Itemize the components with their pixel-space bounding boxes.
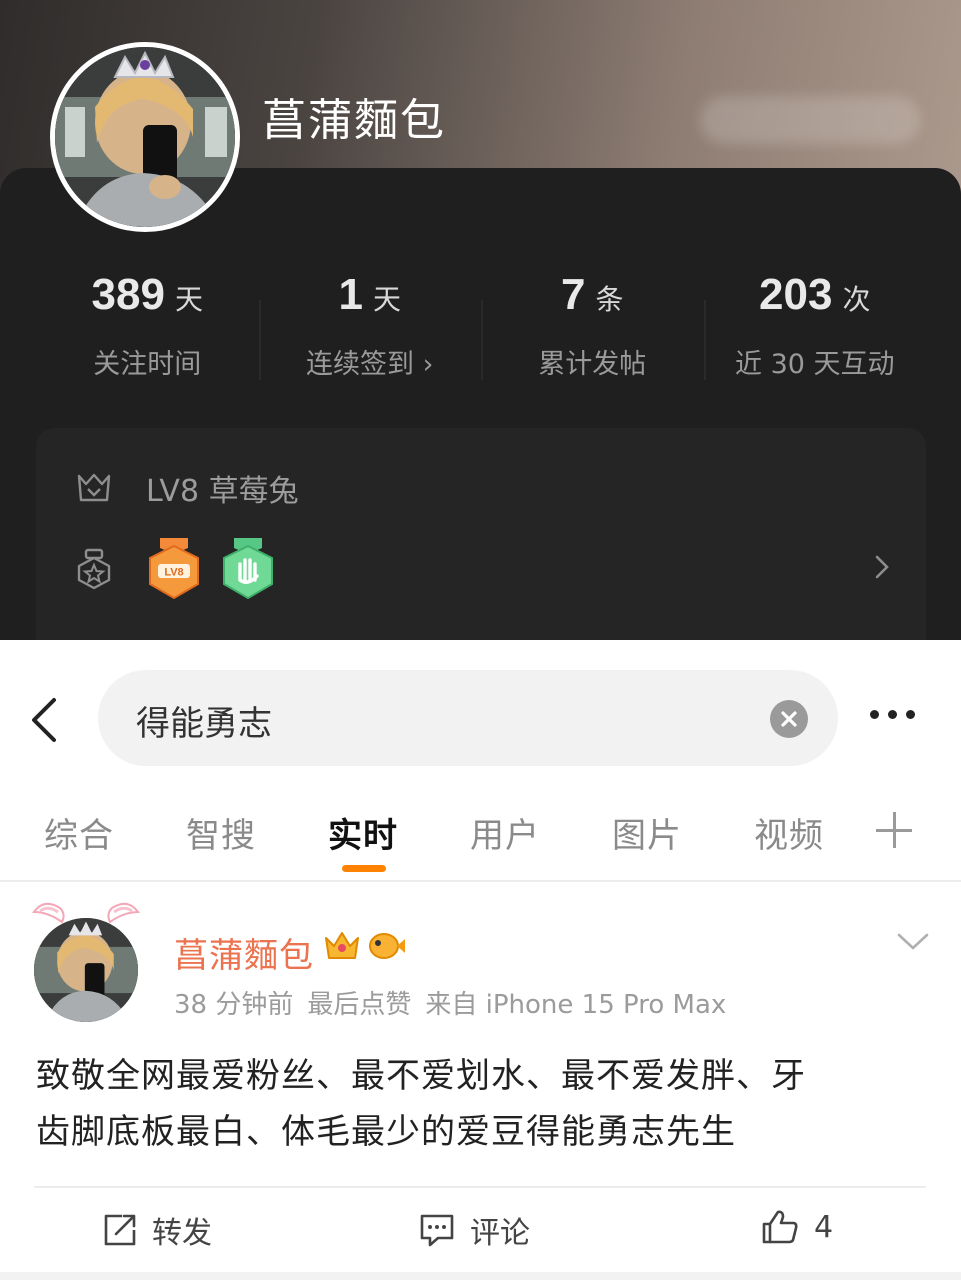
lv8-badge-icon: LV8 xyxy=(149,538,199,600)
post-source: 来自 iPhone 15 Pro Max xyxy=(425,990,727,1020)
wave-hand-badge-icon xyxy=(223,538,273,600)
profile-name: 菖蒲麵包 xyxy=(262,95,446,146)
medal-icon xyxy=(77,548,111,590)
vip-crown-icon xyxy=(325,932,359,959)
comment-button[interactable]: 评论 xyxy=(418,1208,530,1252)
stat-unit: 次 xyxy=(842,283,871,316)
divider xyxy=(34,1186,926,1188)
thumbs-up-icon xyxy=(762,1210,798,1244)
comment-label: 评论 xyxy=(470,1216,530,1251)
profile-header-banner: 389 天 关注时间 1天 连续签到 › 7条 累计发帖 203 次 近 30 天互… xyxy=(0,0,961,640)
stat-value: 7 xyxy=(561,270,586,319)
bottom-separator xyxy=(0,1272,961,1280)
dot xyxy=(888,710,897,719)
post-actions: 转发 评论 4 xyxy=(0,1202,961,1262)
comment-icon xyxy=(420,1214,454,1247)
post-text: 致敬全网最爱粉丝、最不爱划水、最不爱发胖、牙 齿脚底板最白、体毛最少的爱豆得能勇… xyxy=(36,1048,916,1160)
add-tab-icon[interactable] xyxy=(876,812,912,848)
post-card[interactable]: 菖蒲麵包 38 分钟前 最后点赞 来自 iPhone 15 Pro Max 致敬全网… xyxy=(0,884,961,1280)
stat-follow-days: 389 天 关注时间 xyxy=(36,270,259,400)
post-text-line: 齿脚底板最白、体毛最少的爱豆得能勇志先生 xyxy=(36,1112,736,1152)
post-time: 38 分钟前 xyxy=(174,990,294,1020)
close-icon xyxy=(781,711,797,727)
more-options-icon[interactable] xyxy=(870,710,915,719)
stat-label: 累计发帖 xyxy=(538,349,647,380)
stat-unit: 条 xyxy=(595,283,624,316)
tab-images[interactable]: 图片 xyxy=(612,808,682,857)
repost-icon xyxy=(104,1214,136,1246)
level-crown-icon xyxy=(77,473,111,502)
post-text-line: 致敬全网最爱粉丝、最不爱划水、最不爱发胖、牙 xyxy=(36,1056,806,1096)
stat-label: 连续签到 › xyxy=(306,349,434,380)
stat-total-posts: 7条 累计发帖 xyxy=(481,270,704,400)
dot xyxy=(870,710,879,719)
dot xyxy=(906,710,915,719)
stat-value: 389 xyxy=(91,270,165,319)
like-count: 4 xyxy=(814,1209,834,1245)
active-tab-indicator xyxy=(342,865,386,872)
level-row: LV8 草莓兔 xyxy=(76,466,299,510)
profile-stats-card: 389 天 关注时间 1天 连续签到 › 7条 累计发帖 203 次 近 30 天互… xyxy=(0,168,961,640)
pufferfish-badge-icon xyxy=(369,933,405,959)
repost-button[interactable]: 转发 xyxy=(102,1208,212,1252)
tab-videos[interactable]: 视频 xyxy=(754,808,824,857)
post-status: 最后点赞 xyxy=(307,990,412,1020)
badge-row: LV8 xyxy=(76,536,276,602)
stat-30day-interactions: 203 次 近 30 天互动 xyxy=(703,270,927,400)
screen: 389 天 关注时间 1天 连续签到 › 7条 累计发帖 203 次 近 30 天互… xyxy=(0,0,961,1280)
avatar-photo xyxy=(55,47,235,227)
like-button[interactable]: 4 xyxy=(760,1208,833,1246)
svg-text:LV8: LV8 xyxy=(164,567,183,579)
chevron-right-icon[interactable] xyxy=(874,554,890,580)
search-query-text: 得能勇志 xyxy=(136,704,272,744)
blurred-background-text xyxy=(700,96,920,144)
tab-users[interactable]: 用户 xyxy=(470,808,540,857)
tab-smart-search[interactable]: 智搜 xyxy=(186,808,256,857)
tab-comprehensive[interactable]: 综合 xyxy=(44,808,114,857)
post-avatar[interactable] xyxy=(26,898,146,1028)
level-badges-panel[interactable]: LV8 草莓兔 LV8 xyxy=(36,428,926,640)
stat-unit: 天 xyxy=(372,283,401,316)
repost-label: 转发 xyxy=(152,1216,212,1251)
bunny-ears-frame-icon xyxy=(32,902,140,924)
stat-checkin-streak[interactable]: 1天 连续签到 › xyxy=(258,270,482,400)
stat-label: 近 30 天互动 xyxy=(734,349,895,380)
profile-avatar[interactable] xyxy=(50,42,240,232)
post-author-name[interactable]: 菖蒲麵包 xyxy=(174,928,314,977)
stats-row: 389 天 关注时间 1天 连续签到 › 7条 累计发帖 203 次 近 30 天互… xyxy=(36,270,926,400)
stat-value: 1 xyxy=(338,270,363,319)
level-label: LV8 草莓兔 xyxy=(146,474,299,509)
back-arrow-icon[interactable] xyxy=(26,696,66,744)
tab-realtime[interactable]: 实时 xyxy=(328,808,398,857)
stat-unit: 天 xyxy=(174,283,203,316)
search-bar: 得能勇志 xyxy=(0,640,961,790)
stat-value: 203 xyxy=(759,270,833,319)
chevron-down-icon[interactable] xyxy=(896,932,930,952)
search-input[interactable]: 得能勇志 xyxy=(98,670,838,766)
post-meta: 38 分钟前 最后点赞 来自 iPhone 15 Pro Max xyxy=(174,984,740,1021)
search-tabs: 综合 智搜 实时 用户 图片 视频 xyxy=(0,790,961,882)
stat-label: 关注时间 xyxy=(93,349,202,380)
clear-search-button[interactable] xyxy=(770,700,808,738)
